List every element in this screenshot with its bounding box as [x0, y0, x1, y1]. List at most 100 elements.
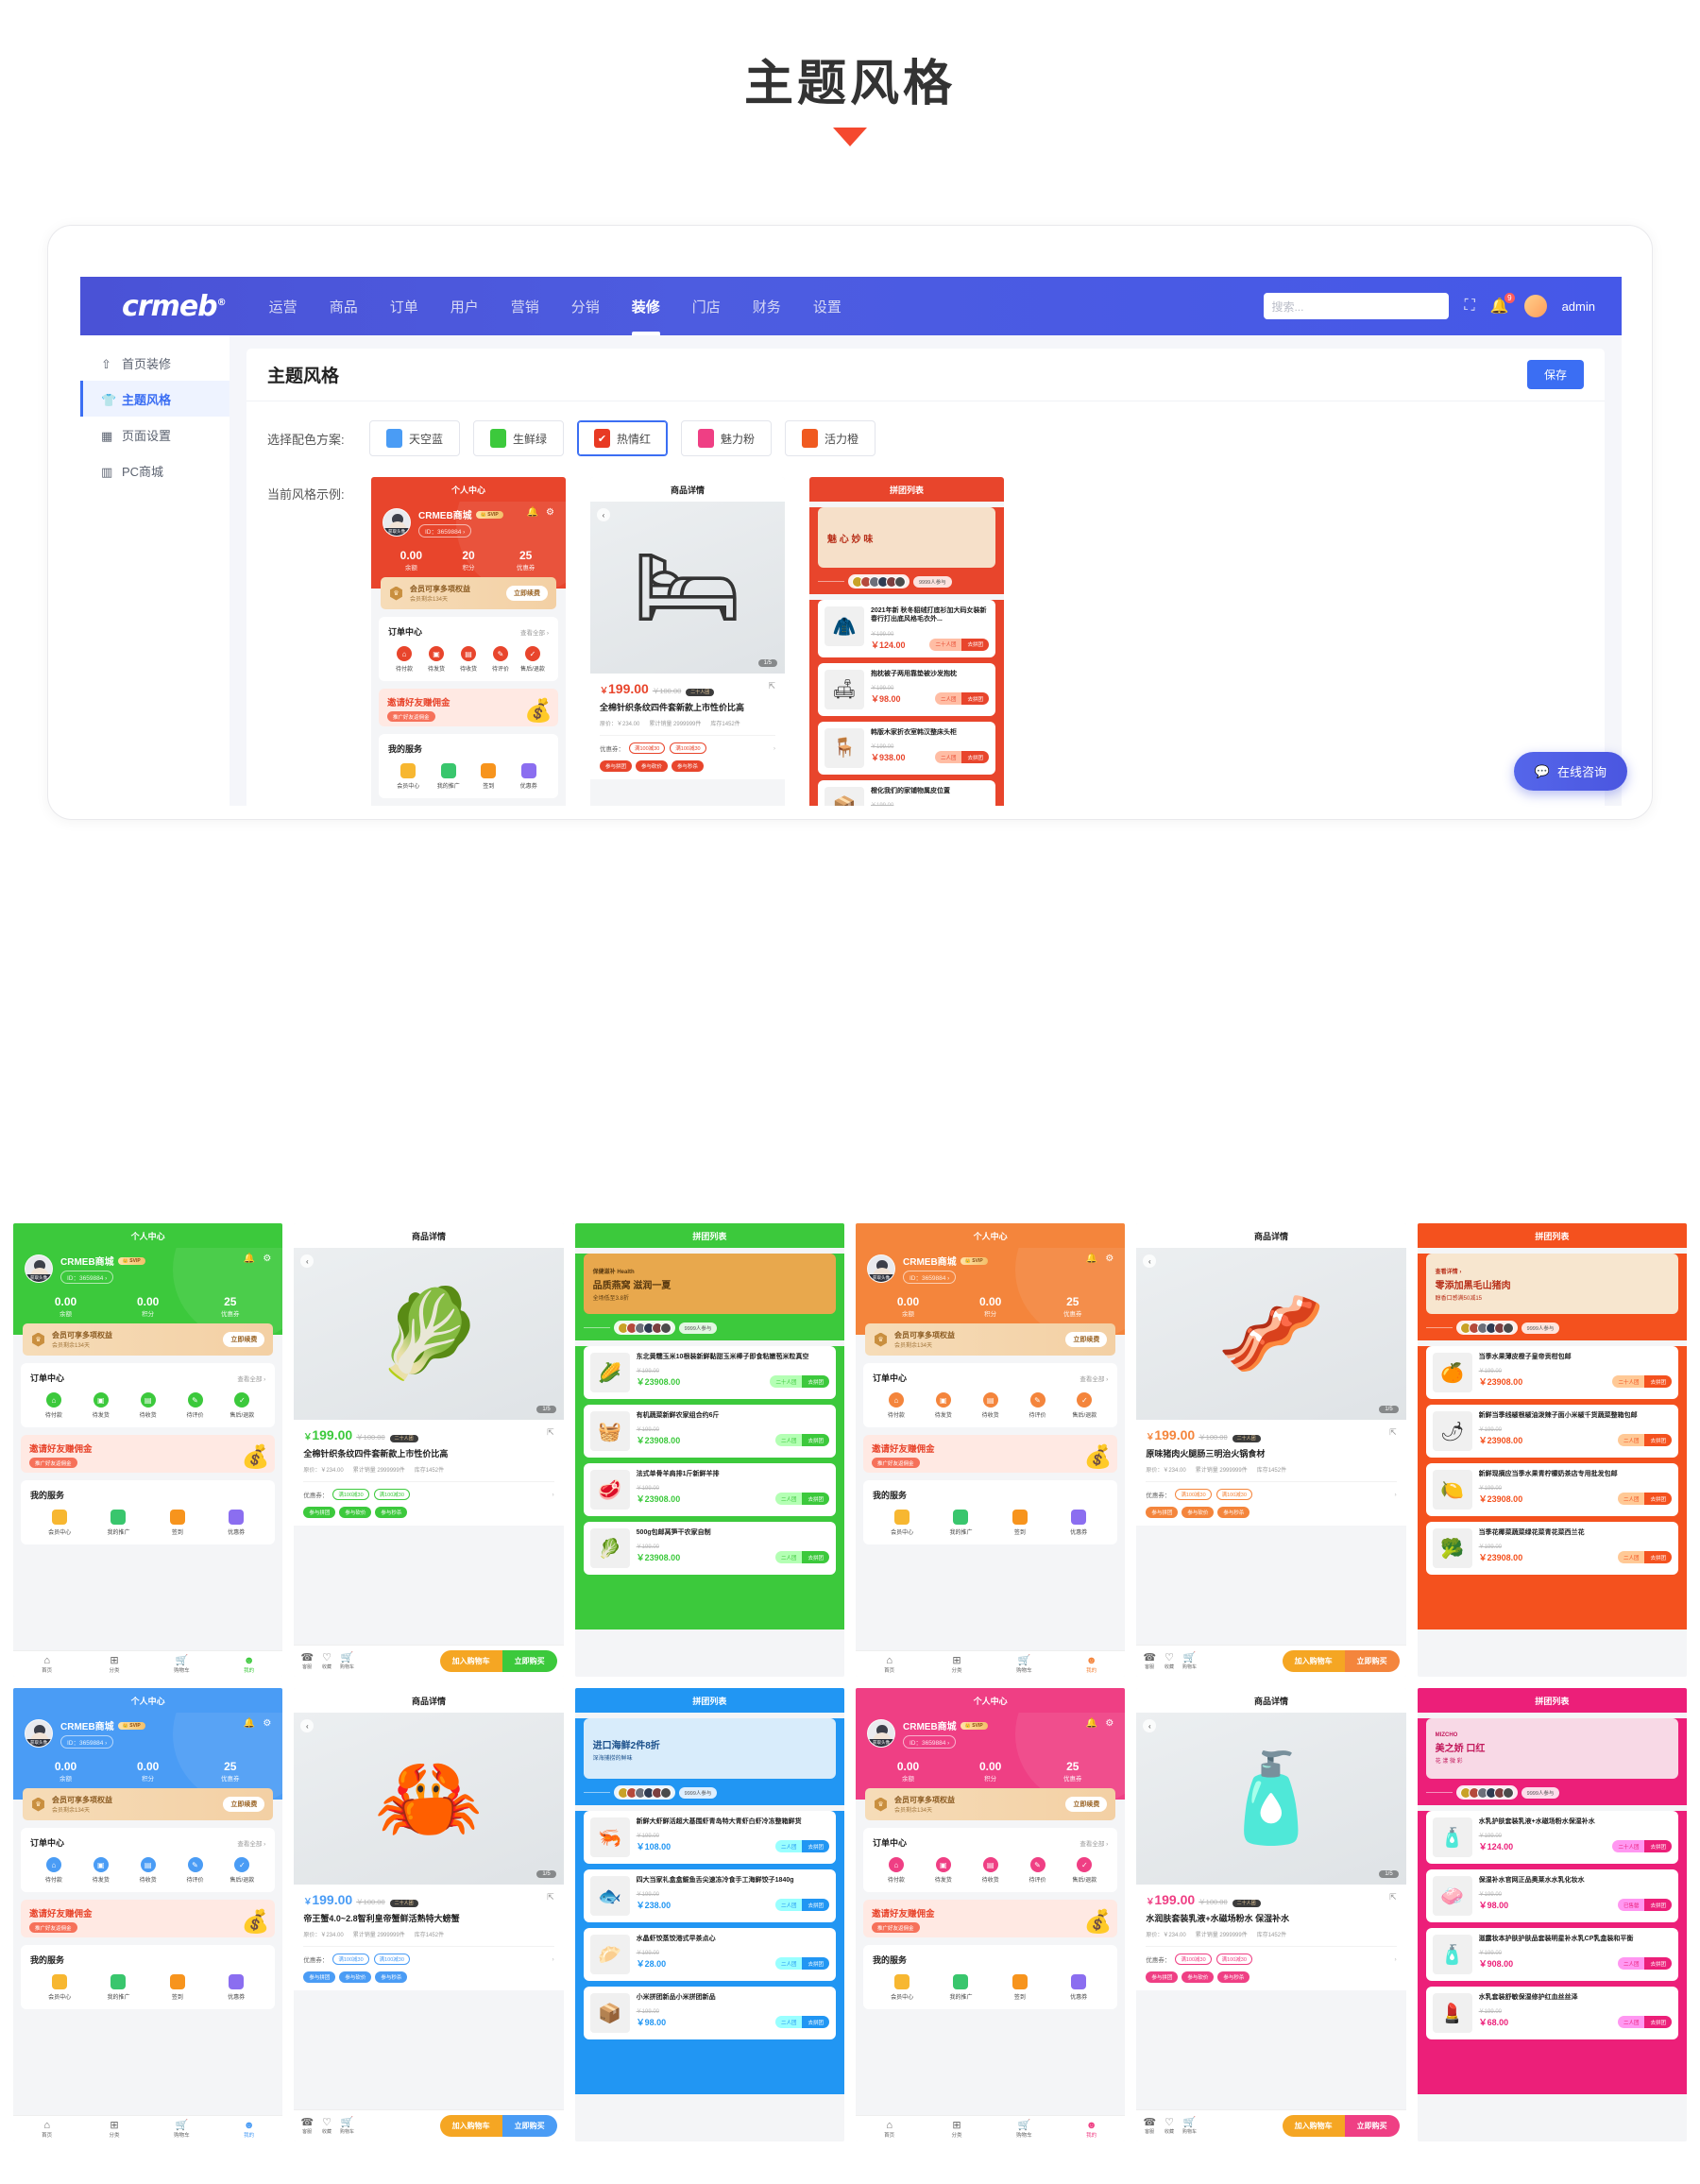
- order-item-2[interactable]: ▤ 待收货: [452, 646, 484, 673]
- avatar[interactable]: 获取头像: [867, 1254, 895, 1283]
- user-id[interactable]: ID：3659884 ›: [60, 1271, 114, 1284]
- coupon-chip-0[interactable]: 满100减30: [629, 742, 666, 755]
- share-icon[interactable]: ⇱: [547, 1427, 554, 1438]
- order-item-2[interactable]: ▤ 待收货: [125, 1857, 172, 1884]
- service-item-3[interactable]: 优惠券: [207, 1510, 265, 1536]
- promo-banner[interactable]: 魅 心 妙 味: [818, 507, 995, 568]
- bell-icon[interactable]: 🔔: [244, 1254, 255, 1264]
- chevron-right-icon[interactable]: ›: [1394, 1956, 1396, 1963]
- join-group-button[interactable]: 去拼团: [802, 1551, 829, 1564]
- product-image[interactable]: 🥓 ‹ 1/5: [1136, 1248, 1406, 1420]
- group-item-0[interactable]: 🧥 2021年新 秋冬貂绒打底衫加大码女装新春行打出底风格毛衣外... ￥199.0…: [818, 600, 995, 657]
- service-item-0[interactable]: 会员中心: [388, 763, 429, 790]
- renew-button[interactable]: 立即续费: [223, 1797, 265, 1812]
- tab-2[interactable]: 🛒 购物车: [148, 2120, 215, 2139]
- order-item-3[interactable]: ✎ 待评价: [172, 1857, 219, 1884]
- order-item-4[interactable]: ✓ 售后/退款: [218, 1857, 265, 1884]
- scheme-option-1[interactable]: 生鲜绿: [473, 420, 564, 456]
- add-cart-button[interactable]: 加入购物车: [439, 2115, 502, 2137]
- buy-now-button[interactable]: 立即购买: [1344, 2115, 1400, 2137]
- join-group-button[interactable]: 去拼团: [802, 1957, 829, 1971]
- group-item-1[interactable]: 🌶 新鲜当季线椒根椒油泼辣子面小米椒千货蔬菜整箱包邮 ￥199.00 ￥23908.0…: [1425, 1405, 1678, 1458]
- share-icon[interactable]: ⇱: [1389, 1892, 1397, 1902]
- coupon-chip-1[interactable]: 满100减30: [670, 742, 706, 755]
- order-item-1[interactable]: ▣ 待发货: [77, 1392, 125, 1419]
- order-item-2[interactable]: ▤ 待收货: [967, 1857, 1014, 1884]
- nav-item-5[interactable]: 分销: [570, 278, 602, 335]
- user-id[interactable]: ID：3659884 ›: [903, 1271, 957, 1284]
- service-item-0[interactable]: 会员中心: [30, 1510, 89, 1536]
- buy-now-button[interactable]: 立即购买: [502, 2115, 557, 2137]
- nav-item-8[interactable]: 财务: [751, 278, 783, 335]
- service-item-3[interactable]: 优惠券: [1049, 1510, 1108, 1536]
- sidebar-item-1[interactable]: 👕 主题风格: [80, 381, 230, 417]
- back-arrow-icon[interactable]: ‹: [597, 508, 610, 521]
- order-more-link[interactable]: 查看全部 ›: [237, 1374, 265, 1383]
- service-item-2[interactable]: 签到: [468, 763, 509, 790]
- pd-bottom-2[interactable]: 🛒 购物车: [1182, 2117, 1197, 2135]
- order-item-0[interactable]: ⌂ 待付款: [873, 1857, 920, 1884]
- scheme-option-0[interactable]: 天空蓝: [369, 420, 460, 456]
- fullscreen-icon[interactable]: ⛶: [1464, 298, 1474, 315]
- product-image[interactable]: 🥬 ‹ 1/5: [294, 1248, 564, 1420]
- scheme-option-4[interactable]: 活力橙: [785, 420, 876, 456]
- coupon-chip-1[interactable]: 满100减30: [1216, 1954, 1252, 1966]
- sidebar-item-2[interactable]: ▦ 页面设置: [80, 417, 230, 452]
- bell-icon[interactable]: 🔔 9: [1490, 293, 1515, 316]
- order-item-3[interactable]: ✎ 待评价: [172, 1392, 219, 1419]
- group-item-0[interactable]: 🍊 当季水果薄皮橙子皇帝贡柑包邮 ￥199.00 ￥23908.00 二十人团 去拼团: [1425, 1346, 1678, 1399]
- add-cart-button[interactable]: 加入购物车: [439, 1650, 502, 1672]
- order-item-4[interactable]: ✓ 售后/退款: [218, 1392, 265, 1419]
- tab-3[interactable]: ☻ 我的: [215, 2120, 282, 2139]
- pd-bottom-0[interactable]: ☎ 客服: [300, 2117, 314, 2135]
- group-item-3[interactable]: 💄 水乳套装舒敏保湿修护红血丝丝泽 ￥199.00 ￥68.00 二人团 去拼团: [1425, 1987, 1678, 2039]
- join-group-button[interactable]: 去拼团: [1644, 1493, 1672, 1506]
- order-item-4[interactable]: ✓ 售后/退款: [1061, 1392, 1108, 1419]
- group-item-3[interactable]: 📦 小米拼团新品小米拼团新品 ￥199.00 ￥98.00 二人团 去拼团: [583, 1987, 836, 2039]
- avatar[interactable]: [1523, 295, 1547, 317]
- nav-item-0[interactable]: 运营: [267, 278, 299, 335]
- crmeb-logo[interactable]: crmeb®: [122, 290, 227, 323]
- activity-chip-2[interactable]: 参与秒杀: [1217, 1971, 1250, 1984]
- activity-chip-1[interactable]: 参与砍价: [1182, 1971, 1215, 1984]
- chevron-right-icon[interactable]: ›: [774, 745, 775, 752]
- pd-bottom-1[interactable]: ♡ 收藏: [322, 2117, 332, 2135]
- join-group-button[interactable]: 去拼团: [1644, 1434, 1672, 1447]
- promo-banner[interactable]: 保健滋补 Health 品质燕窝 滋润一夏 全场低至3.8折: [583, 1254, 836, 1314]
- activity-chip-0[interactable]: 参与拼团: [303, 1971, 336, 1984]
- activity-chip-1[interactable]: 参与砍价: [339, 1507, 372, 1519]
- activity-chip-0[interactable]: 参与拼团: [1146, 1507, 1179, 1519]
- order-item-1[interactable]: ▣ 待发货: [920, 1857, 967, 1884]
- tab-2[interactable]: 🛒 购物车: [991, 1655, 1058, 1674]
- service-item-3[interactable]: 优惠券: [207, 1974, 265, 2001]
- pd-bottom-1[interactable]: ♡ 收藏: [1164, 1652, 1174, 1670]
- activity-chip-1[interactable]: 参与砍价: [1182, 1507, 1215, 1519]
- service-item-0[interactable]: 会员中心: [873, 1510, 931, 1536]
- join-group-button[interactable]: 去拼团: [1644, 1840, 1672, 1853]
- group-item-3[interactable]: 🥬 500g包邮莴笋干农家自制 ￥199.00 ￥23908.00 二人团 去拼团: [583, 1522, 836, 1575]
- gear-icon[interactable]: ⚙: [263, 1718, 271, 1729]
- activity-chip-2[interactable]: 参与秒杀: [672, 760, 705, 773]
- join-group-button[interactable]: 去拼团: [961, 692, 989, 706]
- service-item-2[interactable]: 签到: [148, 1974, 207, 2001]
- group-item-1[interactable]: 🛋 抱枕被子两用靠垫被沙发抱枕 ￥199.00 ￥98.00 二人团 去拼团: [818, 662, 995, 716]
- order-item-3[interactable]: ✎ 待评价: [484, 646, 517, 673]
- back-arrow-icon[interactable]: ‹: [300, 1254, 314, 1268]
- scheme-option-2[interactable]: ✔ 热情红: [577, 420, 668, 456]
- group-item-3[interactable]: 🥦 当季花椰菜蔬菜绿花菜青花菜西兰花 ￥199.00 ￥23908.00 二人团 去拼团: [1425, 1522, 1678, 1575]
- sidebar-item-3[interactable]: ▥ PC商城: [80, 452, 230, 488]
- group-item-1[interactable]: 🐟 四大当家礼盒盒鲅鱼舌尖速冻冷食手工海鲜饺子1840g ￥199.00 ￥238.0…: [583, 1869, 836, 1922]
- nav-item-2[interactable]: 订单: [388, 278, 420, 335]
- group-item-0[interactable]: 🧴 水乳护肤套装乳液+水磁场粉水保湿补水 ￥199.00 ￥124.00 二十人团 去拼团: [1425, 1811, 1678, 1864]
- order-item-2[interactable]: ▤ 待收货: [125, 1392, 172, 1419]
- promo-banner[interactable]: 进口海鲜2件8折 深海捕捞的鲜味: [583, 1718, 836, 1779]
- gear-icon[interactable]: ⚙: [1105, 1254, 1114, 1264]
- service-item-2[interactable]: 签到: [148, 1510, 207, 1536]
- group-item-2[interactable]: 🍋 新鲜现摘应当季水果青柠檬奶茶店专用批发包邮 ￥199.00 ￥23908.00 二人…: [1425, 1463, 1678, 1516]
- promo-banner[interactable]: MIZCHO 美之娇 口红花 漾 微 彩: [1425, 1718, 1678, 1779]
- order-item-1[interactable]: ▣ 待发货: [77, 1857, 125, 1884]
- join-group-button[interactable]: 去拼团: [802, 1840, 829, 1853]
- order-item-2[interactable]: ▤ 待收货: [967, 1392, 1014, 1419]
- share-icon[interactable]: ⇱: [768, 681, 775, 691]
- nav-item-6[interactable]: 装修: [630, 278, 662, 335]
